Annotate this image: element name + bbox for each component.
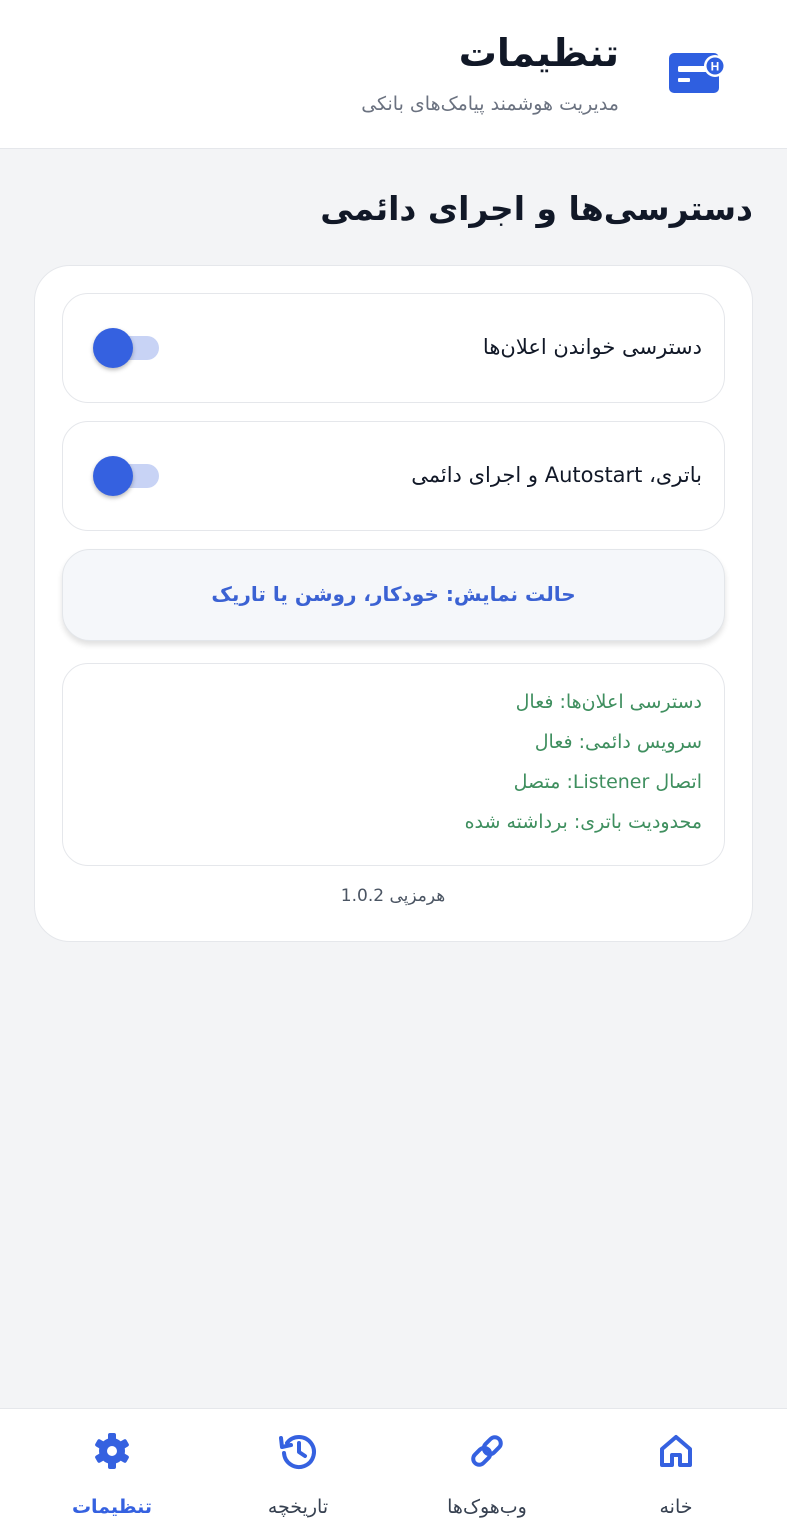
bottom-nav: خانه وب‌هوک‌ها تاریخچه تنظی	[0, 1408, 787, 1536]
theme-mode-button[interactable]: حالت نمایش: خودکار، روشن یا تاریک	[62, 549, 725, 641]
page-title: تنظیمات	[458, 31, 619, 75]
history-icon	[279, 1435, 316, 1470]
page-subtitle: مدیریت هوشمند پیامک‌های بانکی	[361, 93, 619, 115]
battery-autostart-row[interactable]: باتری، Autostart و اجرای دائمی	[62, 421, 725, 531]
section-title: دسترسی‌ها و اجرای دائمی	[320, 189, 753, 228]
nav-item-webhooks[interactable]: وب‌هوک‌ها	[389, 1409, 585, 1536]
toggle-thumb	[93, 328, 133, 368]
battery-autostart-toggle[interactable]	[93, 456, 161, 496]
status-notification-access: دسترسی اعلان‌ها: فعال	[515, 691, 702, 713]
bank-card-h-icon: H	[669, 53, 726, 93]
nav-item-home[interactable]: خانه	[578, 1409, 774, 1536]
notification-access-row[interactable]: دسترسی خواندن اعلان‌ها	[62, 293, 725, 403]
notification-access-toggle[interactable]	[93, 328, 161, 368]
nav-item-settings[interactable]: تنظیمات	[14, 1409, 210, 1536]
gear-icon	[95, 1433, 129, 1469]
settings-card: دسترسی خواندن اعلان‌ها باتری، Autostart …	[34, 265, 753, 942]
nav-label-history: تاریخچه	[267, 1496, 329, 1518]
battery-autostart-label: باتری، Autostart و اجرای دائمی	[411, 463, 702, 487]
status-battery-restriction: محدودیت باتری: برداشته شده	[464, 811, 702, 833]
home-icon	[660, 1435, 692, 1467]
toggle-thumb	[93, 456, 133, 496]
app-version: هرمزپی 1.0.2	[340, 886, 446, 906]
link-icon	[471, 1435, 503, 1467]
app-header: H تنظیمات مدیریت هوشمند پیامک‌های بانکی	[0, 0, 787, 149]
status-listener-connection: اتصال Listener: متصل	[513, 771, 702, 793]
notification-access-label: دسترسی خواندن اعلان‌ها	[482, 335, 702, 359]
status-persistent-service: سرویس دائمی: فعال	[534, 731, 702, 753]
nav-item-history[interactable]: تاریخچه	[200, 1409, 396, 1536]
svg-text:H: H	[711, 60, 720, 74]
status-panel: دسترسی اعلان‌ها: فعال سرویس دائمی: فعال …	[62, 663, 725, 866]
nav-label-home: خانه	[659, 1496, 693, 1518]
nav-label-webhooks: وب‌هوک‌ها	[447, 1496, 527, 1518]
nav-label-settings: تنظیمات	[71, 1496, 153, 1518]
theme-mode-label: حالت نمایش: خودکار، روشن یا تاریک	[211, 582, 576, 606]
